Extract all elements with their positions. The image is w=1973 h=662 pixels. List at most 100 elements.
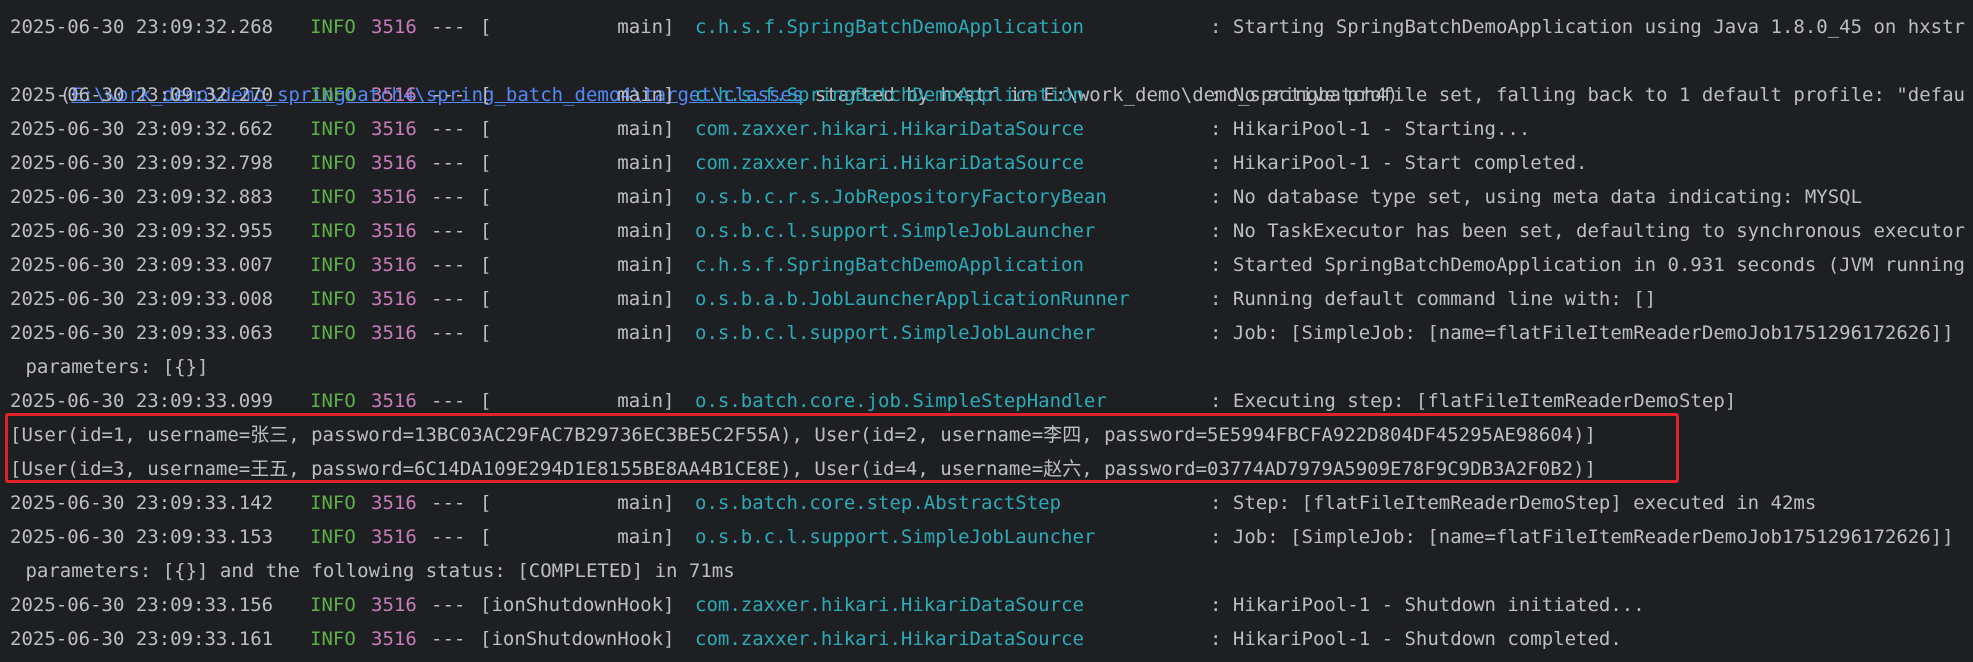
log-logger: com.zaxxer.hikari.HikariDataSource [695, 118, 1084, 140]
output-line: [User(id=3, username=王五, password=6C14DA… [10, 458, 1596, 480]
log-timestamp: 2025-06-30 23:09:33.156 [10, 594, 274, 616]
log-logger: c.h.s.f.SpringBatchDemoApplication [695, 254, 1084, 276]
log-logger: o.s.b.c.l.support.SimpleJobLauncher [695, 526, 1096, 548]
log-row: 2025-06-30 23:09:33.007 INFO 3516 --- [ … [10, 248, 1965, 282]
log-separator: --- [431, 16, 466, 38]
log-row: 2025-06-30 23:09:32.662 INFO 3516 --- [ … [10, 112, 1530, 146]
log-message: : HikariPool-1 - Start completed. [1210, 152, 1588, 174]
log-logger: c.h.s.f.SpringBatchDemoApplication [695, 16, 1084, 38]
log-message: : Step: [flatFileItemReaderDemoStep] exe… [1210, 492, 1817, 514]
log-pid: 3516 [371, 288, 417, 310]
log-level: INFO [310, 152, 356, 174]
log-pid: 3516 [371, 322, 417, 344]
log-separator: --- [431, 594, 466, 616]
log-timestamp: 2025-06-30 23:09:33.008 [10, 288, 274, 310]
log-message: : No TaskExecutor has been set, defaulti… [1210, 220, 1965, 242]
log-pid: 3516 [371, 628, 417, 650]
log-message: : Job: [SimpleJob: [name=flatFileItemRea… [1210, 526, 1954, 548]
log-separator: --- [431, 220, 466, 242]
log-timestamp: 2025-06-30 23:09:32.798 [10, 152, 274, 174]
log-pid: 3516 [371, 118, 417, 140]
log-pid: 3516 [371, 526, 417, 548]
log-thread: [ main] [480, 84, 675, 106]
log-row: 2025-06-30 23:09:33.063 INFO 3516 --- [ … [10, 316, 1954, 350]
log-logger: o.s.batch.core.step.AbstractStep [695, 492, 1062, 514]
log-pid: 3516 [371, 594, 417, 616]
log-level: INFO [310, 492, 356, 514]
log-thread: [ main] [480, 118, 675, 140]
log-continuation: parameters: [{}] and the following statu… [14, 560, 735, 582]
log-timestamp: 2025-06-30 23:09:33.161 [10, 628, 274, 650]
log-level: INFO [310, 186, 356, 208]
log-message: : Started SpringBatchDemoApplication in … [1210, 254, 1965, 276]
log-separator: --- [431, 628, 466, 650]
log-separator: --- [431, 288, 466, 310]
log-thread: [ main] [480, 16, 675, 38]
log-thread: [ main] [480, 220, 675, 242]
output-line: [User(id=1, username=张三, password=13BC03… [10, 424, 1596, 446]
log-message: : Job: [SimpleJob: [name=flatFileItemRea… [1210, 322, 1954, 344]
log-message: : No active profile set, falling back to… [1210, 84, 1965, 106]
log-row: 2025-06-30 23:09:32.270 INFO 3516 --- [ … [10, 78, 1965, 112]
log-level: INFO [310, 628, 356, 650]
log-pid: 3516 [371, 16, 417, 38]
log-pid: 3516 [371, 254, 417, 276]
log-separator: --- [431, 526, 466, 548]
log-thread: [ main] [480, 492, 675, 514]
log-logger: o.s.b.c.l.support.SimpleJobLauncher [695, 220, 1096, 242]
log-pid: 3516 [371, 492, 417, 514]
log-separator: --- [431, 322, 466, 344]
log-timestamp: 2025-06-30 23:09:33.142 [10, 492, 274, 514]
log-logger: c.h.s.f.SpringBatchDemoApplication [695, 84, 1084, 106]
log-separator: --- [431, 118, 466, 140]
log-thread: [ main] [480, 288, 675, 310]
log-timestamp: 2025-06-30 23:09:33.153 [10, 526, 274, 548]
log-row: 2025-06-30 23:09:32.883 INFO 3516 --- [ … [10, 180, 1862, 214]
log-thread: [ionShutdownHook] [480, 594, 675, 616]
log-row: 2025-06-30 23:09:33.156 INFO 3516 --- [i… [10, 588, 1645, 622]
log-pid: 3516 [371, 220, 417, 242]
log-thread: [ionShutdownHook] [480, 628, 675, 650]
console-output: 2025-06-30 23:09:32.268 INFO 3516 --- [ … [0, 0, 1973, 662]
log-message: : Running default command line with: [] [1210, 288, 1657, 310]
log-logger: o.s.b.c.r.s.JobRepositoryFactoryBean [695, 186, 1107, 208]
log-logger: o.s.b.c.l.support.SimpleJobLauncher [695, 322, 1096, 344]
log-level: INFO [310, 288, 356, 310]
log-separator: --- [431, 84, 466, 106]
log-timestamp: 2025-06-30 23:09:33.007 [10, 254, 274, 276]
log-logger: com.zaxxer.hikari.HikariDataSource [695, 594, 1084, 616]
log-timestamp: 2025-06-30 23:09:32.268 [10, 16, 274, 38]
log-thread: [ main] [480, 254, 675, 276]
log-message: : HikariPool-1 - Shutdown completed. [1210, 628, 1622, 650]
log-thread: [ main] [480, 526, 675, 548]
log-logger: com.zaxxer.hikari.HikariDataSource [695, 152, 1084, 174]
log-message: : HikariPool-1 - Shutdown initiated... [1210, 594, 1645, 616]
log-row: 2025-06-30 23:09:32.955 INFO 3516 --- [ … [10, 214, 1965, 248]
log-timestamp: 2025-06-30 23:09:32.662 [10, 118, 274, 140]
log-level: INFO [310, 594, 356, 616]
log-row: 2025-06-30 23:09:33.008 INFO 3516 --- [ … [10, 282, 1656, 316]
log-timestamp: 2025-06-30 23:09:33.063 [10, 322, 274, 344]
log-timestamp: 2025-06-30 23:09:32.270 [10, 84, 274, 106]
log-pid: 3516 [371, 186, 417, 208]
log-thread: [ main] [480, 186, 675, 208]
log-level: INFO [310, 526, 356, 548]
log-logger: com.zaxxer.hikari.HikariDataSource [695, 628, 1084, 650]
log-level: INFO [310, 322, 356, 344]
log-level: INFO [310, 84, 356, 106]
log-row: 2025-06-30 23:09:33.161 INFO 3516 --- [i… [10, 622, 1622, 656]
log-row: 2025-06-30 23:09:32.798 INFO 3516 --- [ … [10, 146, 1588, 180]
log-pid: 3516 [371, 84, 417, 106]
log-message: : HikariPool-1 - Starting... [1210, 118, 1531, 140]
log-timestamp: 2025-06-30 23:09:32.955 [10, 220, 274, 242]
log-level: INFO [310, 16, 356, 38]
log-message: : No database type set, using meta data … [1210, 186, 1863, 208]
log-row: 2025-06-30 23:09:32.268 INFO 3516 --- [ … [10, 10, 1965, 44]
log-separator: --- [431, 492, 466, 514]
log-separator: --- [431, 152, 466, 174]
log-pid: 3516 [371, 152, 417, 174]
log-separator: --- [431, 186, 466, 208]
log-thread: [ main] [480, 152, 675, 174]
log-thread: [ main] [480, 322, 675, 344]
log-separator: --- [431, 254, 466, 276]
